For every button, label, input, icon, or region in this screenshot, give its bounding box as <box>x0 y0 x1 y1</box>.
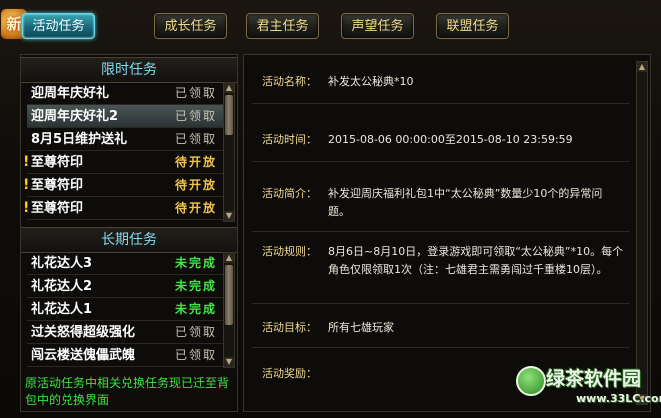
task-row[interactable]: 过关怒得超级强化 已领取 <box>27 321 223 344</box>
watermark-url: www.33LC.com <box>576 392 661 405</box>
task-name: 礼花达人1 <box>31 302 93 317</box>
task-row[interactable]: 礼花达人1 未完成 <box>27 298 223 321</box>
detail-reward-label: 活动奖励： <box>262 367 317 380</box>
divider <box>252 347 630 348</box>
scroll-down-icon[interactable]: ▼ <box>224 357 234 367</box>
task-name: 至尊符印 <box>31 201 84 216</box>
divider <box>252 103 630 104</box>
task-status: 已领取 <box>174 109 217 123</box>
exclamation-icon: ! <box>23 177 30 193</box>
detail-name-value: 补发太公秘典*10 <box>328 75 414 88</box>
tab-alliance-tasks[interactable]: 联盟任务 <box>436 13 509 39</box>
task-row[interactable]: 礼花达人3 未完成 <box>27 252 223 275</box>
scroll-thumb[interactable] <box>225 265 233 325</box>
task-name: 迎周年庆好礼 <box>31 86 110 101</box>
exclamation-icon: ! <box>23 154 30 170</box>
task-row[interactable]: 8月5日维护送礼 已领取 <box>27 128 223 151</box>
task-status: 已领取 <box>174 348 217 362</box>
task-name: 至尊符印 <box>31 178 84 193</box>
scroll-down-icon[interactable]: ▼ <box>224 211 234 221</box>
task-row[interactable]: ! 至尊符印 待开放 <box>23 197 223 220</box>
detail-intro-label: 活动简介： <box>262 187 317 200</box>
detail-rule-label: 活动规则： <box>262 245 317 258</box>
tab-activity-tasks[interactable]: 活动任务 <box>22 13 95 39</box>
task-status: 待开放 <box>174 178 217 192</box>
task-status: 已领取 <box>174 132 217 146</box>
detail-time-label: 活动时间： <box>262 133 317 146</box>
window-frame: 新 活动任务 成长任务 君主任务 声望任务 联盟任务 限时任务 迎周年庆好礼 已… <box>0 0 661 418</box>
longterm-scrollbar[interactable]: ▲ ▼ <box>223 252 235 368</box>
task-row[interactable]: 礼花达人2 未完成 <box>27 275 223 298</box>
task-status: 已领取 <box>174 86 217 100</box>
task-name: 迎周年庆好礼2 <box>31 109 119 124</box>
limited-tasks-header: 限时任务 <box>21 57 237 83</box>
task-status: 已领取 <box>174 325 217 339</box>
detail-target-value: 所有七雄玩家 <box>328 321 394 334</box>
task-status: 未完成 <box>174 256 217 270</box>
task-status: 待开放 <box>174 201 217 215</box>
detail-intro-value: 补发迎周庆福利礼包1中“太公秘典”数量少10个的异常问题。 <box>328 187 603 218</box>
task-status: 未完成 <box>174 279 217 293</box>
task-row[interactable]: ! 至尊符印 待开放 <box>23 151 223 174</box>
scroll-up-icon[interactable]: ▲ <box>224 253 234 263</box>
task-detail-panel: 活动名称： 补发太公秘典*10 活动时间： 2015-08-06 00:00:0… <box>243 54 651 412</box>
task-status: 待开放 <box>174 155 217 169</box>
task-name: 过关怒得超级强化 <box>31 325 136 340</box>
task-list-panel: 限时任务 迎周年庆好礼 已领取 迎周年庆好礼2 已领取 8月5日维护送礼 已领取… <box>20 54 238 412</box>
detail-time-value: 2015-08-06 00:00:00至2015-08-10 23:59:59 <box>328 133 573 146</box>
divider <box>252 161 630 162</box>
divider <box>252 303 630 304</box>
task-row[interactable]: ! 至尊符印 待开放 <box>23 174 223 197</box>
task-status: 未完成 <box>174 302 217 316</box>
task-name: 礼花达人3 <box>31 256 93 271</box>
task-name: 闯云楼送傀儡武魄 <box>31 348 136 363</box>
task-row[interactable]: 迎周年庆好礼 已领取 <box>27 82 223 105</box>
scroll-up-icon[interactable]: ▲ <box>637 62 647 72</box>
task-row-selected[interactable]: 迎周年庆好礼2 已领取 <box>27 105 223 128</box>
task-name: 至尊符印 <box>31 155 84 170</box>
task-name: 8月5日维护送礼 <box>31 132 128 147</box>
leaf-logo-icon <box>516 366 546 396</box>
scroll-up-icon[interactable]: ▲ <box>224 83 234 93</box>
tab-growth-tasks[interactable]: 成长任务 <box>154 13 227 39</box>
detail-scrollbar[interactable]: ▲ ▼ <box>636 61 648 405</box>
watermark: 绿茶软件园 www.33LC.com <box>516 362 661 418</box>
tab-lord-tasks[interactable]: 君主任务 <box>246 13 319 39</box>
detail-target-label: 活动目标： <box>262 321 317 334</box>
task-name: 礼花达人2 <box>31 279 93 294</box>
longterm-tasks-header: 长期任务 <box>21 227 237 253</box>
task-row[interactable]: 闯云楼送傀儡武魄 已领取 <box>27 344 223 367</box>
watermark-text: 绿茶软件园 <box>546 368 642 390</box>
exchange-note: 原活动任务中相关兑换任务现已迁至背包中的兑换界面 <box>25 376 230 407</box>
divider <box>252 231 630 232</box>
detail-name-label: 活动名称： <box>262 75 317 88</box>
scroll-thumb[interactable] <box>225 95 233 135</box>
detail-rule-value: 8月6日~8月10日，登录游戏即可领取“太公秘典”*10。每个角色仅限领取1次（… <box>328 245 624 276</box>
limited-scrollbar[interactable]: ▲ ▼ <box>223 82 235 222</box>
exclamation-icon: ! <box>23 200 30 216</box>
tab-reputation-tasks[interactable]: 声望任务 <box>341 13 414 39</box>
